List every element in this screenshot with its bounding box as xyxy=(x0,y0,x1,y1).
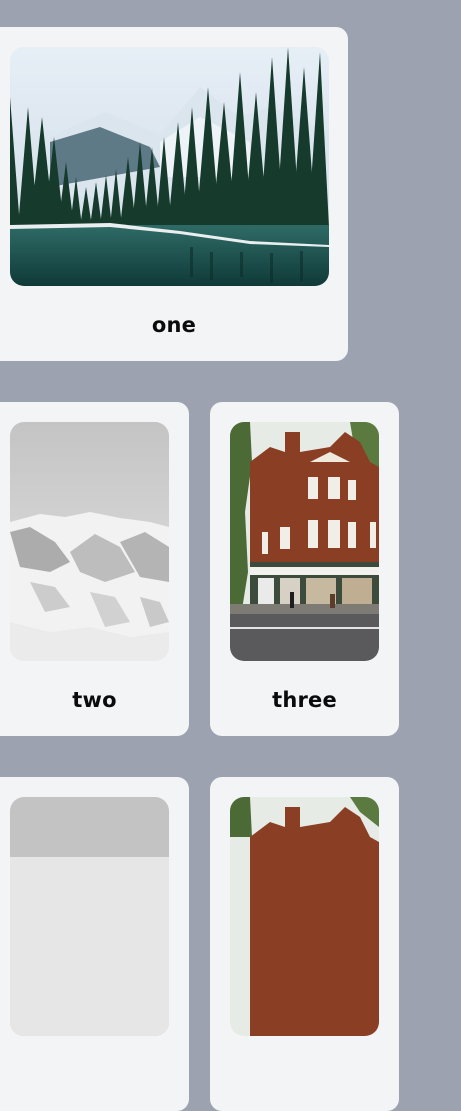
snowy-mountain-photo[interactable] xyxy=(10,797,169,1036)
gallery-card-one[interactable]: one xyxy=(0,27,348,361)
brick-building-photo[interactable] xyxy=(230,422,379,661)
gallery-card-four[interactable] xyxy=(0,777,189,1111)
gallery-card-two[interactable]: two xyxy=(0,402,189,736)
snowy-mountain-photo[interactable] xyxy=(10,422,169,661)
brick-building-photo[interactable] xyxy=(230,797,379,1036)
card-caption: one xyxy=(151,313,197,337)
gallery-card-three[interactable]: three xyxy=(210,402,399,736)
card-caption: three xyxy=(272,688,337,712)
forest-lake-photo[interactable] xyxy=(10,47,329,286)
card-caption: two xyxy=(72,688,117,712)
gallery-card-five[interactable] xyxy=(210,777,399,1111)
